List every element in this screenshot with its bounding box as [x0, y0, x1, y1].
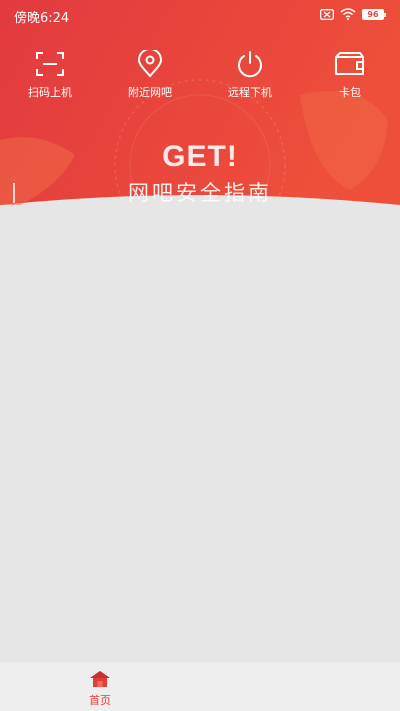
card-wallet-label: 卡包 — [339, 86, 361, 99]
scan-icon — [36, 52, 64, 76]
status-time: 傍晚6:24 — [14, 11, 70, 26]
wallet-icon — [335, 52, 364, 75]
close-box-icon — [320, 8, 334, 20]
nearby-cafe-button[interactable]: 附近网吧 — [105, 50, 195, 100]
header: 傍晚6:24 96 扫码上机 附近网吧 远程下机 卡包 GET! 网吧安全指南 — [0, 0, 400, 220]
banner-title: GET! — [162, 140, 238, 173]
remote-logout-label: 远程下机 — [228, 86, 272, 99]
nearby-cafe-label: 附近网吧 — [128, 86, 172, 99]
scan-to-login-label: 扫码上机 — [28, 86, 72, 99]
location-pin-icon — [137, 50, 163, 78]
tab-home-label: 首页 — [89, 694, 111, 707]
battery-indicator: 96 — [362, 8, 386, 20]
status-icons: 96 — [320, 8, 386, 20]
tab-bar: 首页 — [0, 661, 400, 711]
home-icon — [90, 671, 110, 687]
tab-home[interactable]: 首页 — [70, 670, 130, 708]
wifi-icon — [340, 8, 356, 20]
status-bar: 傍晚6:24 96 — [0, 0, 400, 30]
power-icon — [238, 51, 262, 78]
quick-actions: 扫码上机 附近网吧 远程下机 卡包 — [0, 50, 400, 110]
scan-to-login-button[interactable]: 扫码上机 — [5, 50, 95, 100]
remote-logout-button[interactable]: 远程下机 — [205, 50, 295, 100]
banner-subtitle: 网吧安全指南 — [128, 181, 272, 205]
card-wallet-button[interactable]: 卡包 — [305, 50, 395, 100]
